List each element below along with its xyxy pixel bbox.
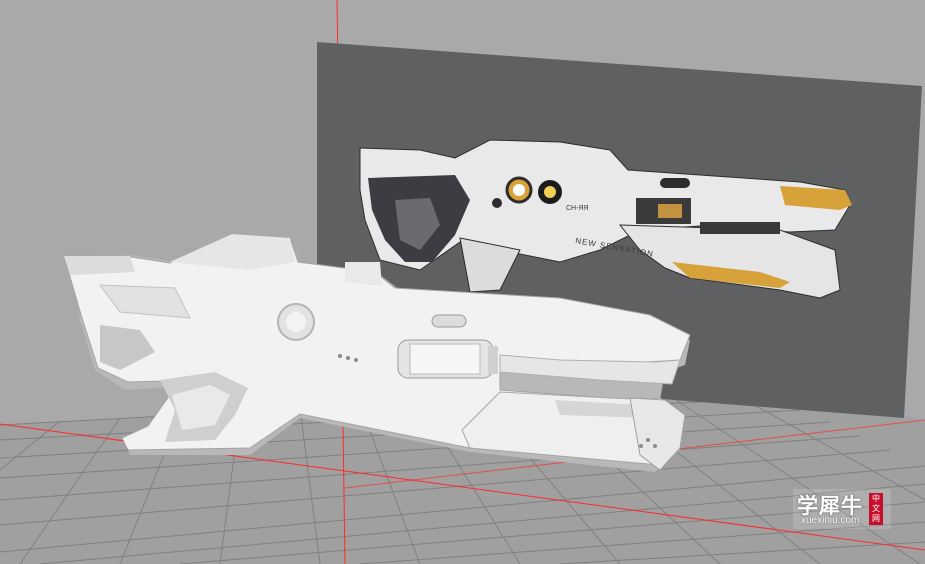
watermark-sub-text: xuexiniu.com <box>801 515 860 526</box>
reference-small-label: CH-ЯЯ <box>566 205 589 212</box>
3d-viewport[interactable]: NEW SENSATION CH-ЯЯ <box>0 0 925 564</box>
watermark-logo: 学犀牛 xuexiniu.com 中文网 <box>793 489 891 529</box>
watermark-badge: 中文网 <box>869 493 883 525</box>
